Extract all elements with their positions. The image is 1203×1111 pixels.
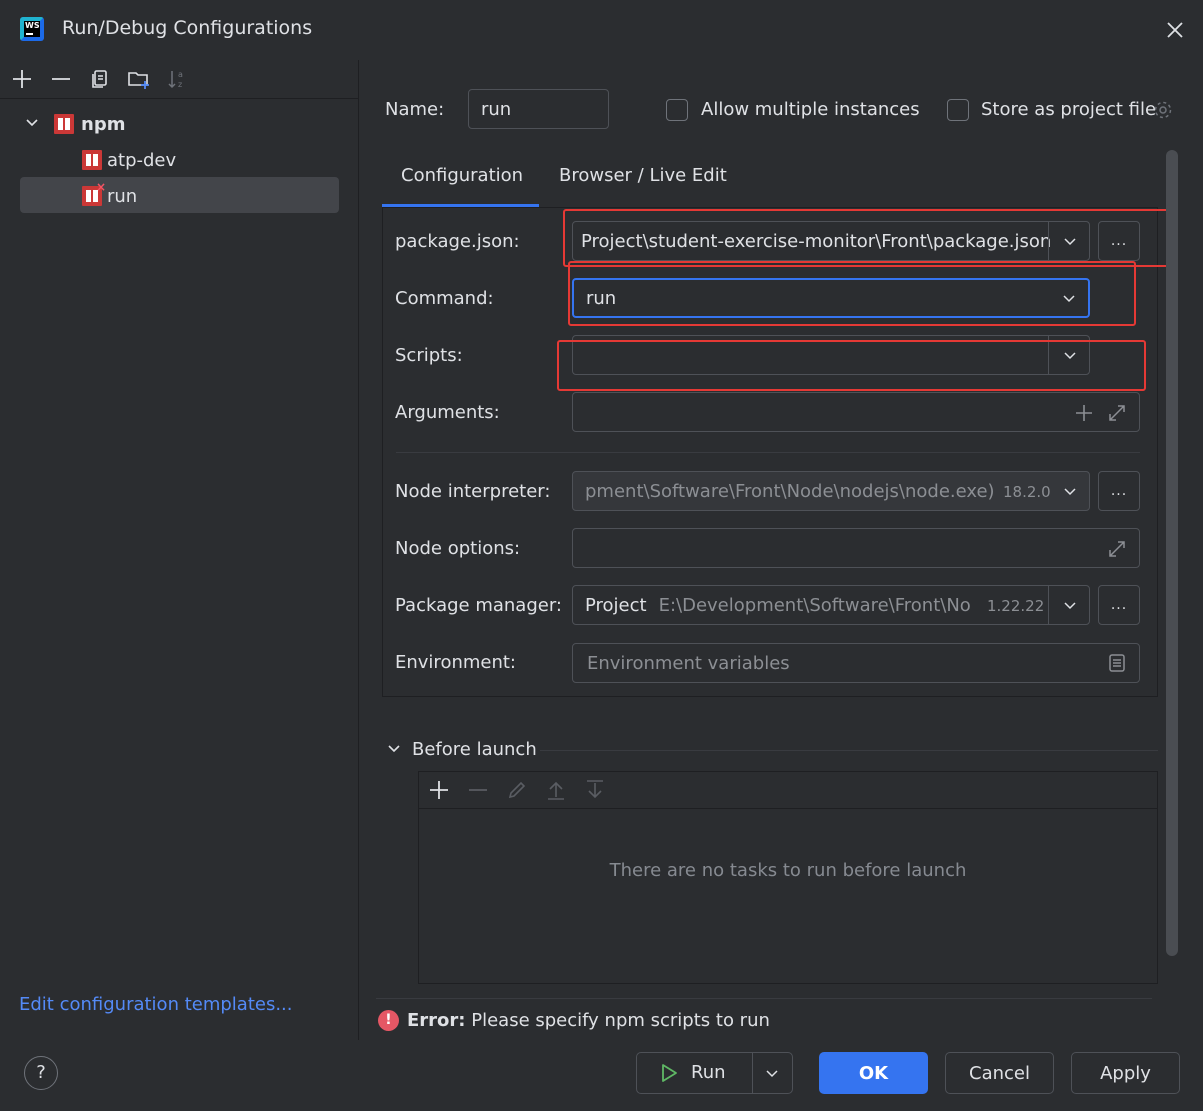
- edit-configuration-templates-link[interactable]: Edit configuration templates...: [19, 994, 293, 1015]
- tree-item-label: atp-dev: [107, 149, 177, 171]
- before-launch-empty-text: There are no tasks to run before launch: [609, 860, 967, 881]
- section-divider: [396, 452, 1140, 453]
- annotation-box-package-json: [563, 209, 1172, 267]
- before-launch-toolbar: [419, 772, 1157, 809]
- chevron-down-icon: [1062, 483, 1078, 499]
- browse-node-interpreter-button[interactable]: ...: [1098, 471, 1140, 511]
- new-folder-icon[interactable]: [127, 67, 151, 91]
- arguments-label: Arguments:: [395, 402, 500, 423]
- annotation-box-scripts: [557, 340, 1146, 391]
- window-title: Run/Debug Configurations: [62, 17, 313, 39]
- remove-icon: [466, 778, 490, 802]
- webstorm-logo-icon: WS: [20, 17, 44, 41]
- status-divider: [376, 998, 1152, 999]
- add-icon[interactable]: [10, 67, 34, 91]
- remove-icon[interactable]: [49, 67, 73, 91]
- package-manager-dropdown[interactable]: Project E:\Development\Software\Front\No…: [572, 585, 1090, 625]
- before-launch-chevron-icon[interactable]: [386, 741, 402, 757]
- error-message: Error: Please specify npm scripts to run: [407, 1010, 770, 1031]
- document-icon[interactable]: [1107, 653, 1127, 673]
- close-icon[interactable]: [1163, 18, 1187, 42]
- copy-icon[interactable]: [88, 67, 112, 91]
- move-up-icon: [544, 778, 568, 802]
- sidebar-toolbar: az: [0, 60, 358, 99]
- tree-selection-highlight: [20, 177, 339, 213]
- edit-pencil-icon: [505, 778, 529, 802]
- store-as-project-file-label: Store as project file: [981, 99, 1157, 120]
- npm-icon: [82, 150, 102, 170]
- cancel-button[interactable]: Cancel: [945, 1052, 1054, 1094]
- annotation-box-command: [568, 261, 1136, 326]
- scripts-label: Scripts:: [395, 345, 463, 366]
- command-label: Command:: [395, 288, 494, 309]
- chevron-down-icon[interactable]: [764, 1065, 780, 1081]
- name-label: Name:: [385, 99, 445, 120]
- allow-multiple-instances-label: Allow multiple instances: [701, 99, 920, 120]
- chevron-down-icon: [1062, 597, 1078, 613]
- tree-item-label: run: [107, 185, 138, 207]
- section-divider: [540, 750, 1158, 751]
- npm-icon: [54, 114, 74, 134]
- store-as-project-file-checkbox[interactable]: [947, 99, 969, 121]
- node-interpreter-label: Node interpreter:: [395, 481, 551, 502]
- arguments-input[interactable]: [572, 392, 1140, 432]
- browse-package-manager-button[interactable]: ...: [1098, 585, 1140, 625]
- ok-button[interactable]: OK: [819, 1052, 928, 1094]
- node-interpreter-dropdown[interactable]: pment\Software\Front\Node\nodejs\node.ex…: [572, 471, 1090, 511]
- npm-error-icon: ×: [82, 180, 106, 206]
- name-input[interactable]: run: [468, 89, 609, 129]
- tree-root-label: npm: [81, 113, 126, 135]
- sort-alphabetically-icon[interactable]: az: [166, 67, 190, 91]
- move-down-icon: [583, 778, 607, 802]
- play-icon: [659, 1063, 679, 1083]
- apply-button[interactable]: Apply: [1071, 1052, 1180, 1094]
- help-button[interactable]: ?: [24, 1056, 58, 1090]
- tree-item-npm[interactable]: npm: [54, 106, 125, 142]
- add-icon[interactable]: [427, 778, 451, 802]
- svg-text:a: a: [178, 70, 183, 79]
- gear-icon[interactable]: [1152, 99, 1174, 121]
- node-options-label: Node options:: [395, 538, 521, 559]
- environment-label: Environment:: [395, 652, 516, 673]
- svg-text:z: z: [178, 80, 182, 89]
- tree-item-atp-dev[interactable]: atp-dev: [82, 142, 176, 178]
- expand-icon[interactable]: [1107, 403, 1127, 423]
- before-launch-title[interactable]: Before launch: [412, 739, 537, 760]
- node-options-input[interactable]: [572, 528, 1140, 568]
- expand-icon[interactable]: [1107, 539, 1127, 559]
- environment-input[interactable]: Environment variables: [572, 643, 1140, 683]
- package-manager-label: Package manager:: [395, 595, 562, 616]
- tree-expand-chevron-icon[interactable]: [24, 115, 40, 131]
- allow-multiple-instances-checkbox[interactable]: [666, 99, 688, 121]
- run-button[interactable]: Run: [636, 1052, 793, 1094]
- error-icon: !: [378, 1010, 399, 1031]
- scrollbar[interactable]: [1166, 150, 1178, 956]
- add-icon[interactable]: [1074, 403, 1094, 423]
- package-json-label: package.json:: [395, 231, 520, 252]
- tree-item-run[interactable]: × run: [82, 178, 137, 214]
- tab-configuration[interactable]: Configuration: [401, 165, 523, 186]
- tab-browser-live-edit[interactable]: Browser / Live Edit: [559, 165, 727, 186]
